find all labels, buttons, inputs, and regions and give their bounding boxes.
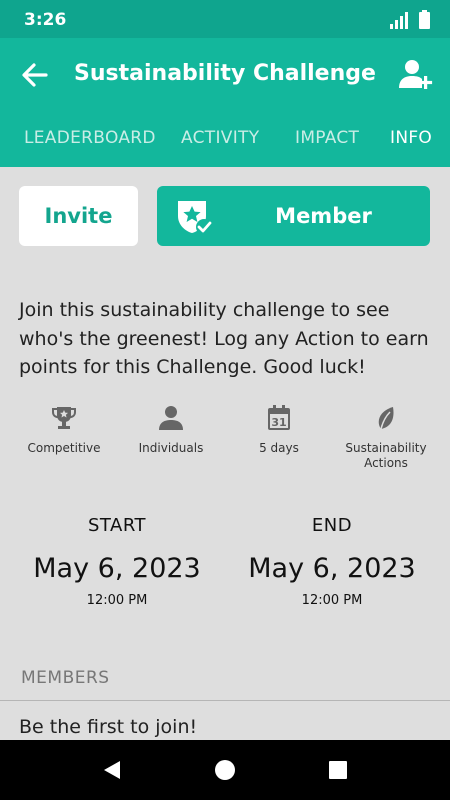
tab-info[interactable]: INFO bbox=[390, 128, 432, 148]
end-label: END bbox=[311, 515, 353, 536]
end-time: 12:00 PM bbox=[301, 593, 363, 608]
feature-label: Individuals bbox=[138, 441, 204, 455]
page-title: Sustainability Challenge bbox=[74, 61, 376, 86]
system-nav-bar bbox=[0, 740, 450, 800]
member-button[interactable]: Member bbox=[157, 186, 430, 246]
start-date-block: START May 6, 2023 12:00 PM bbox=[17, 515, 217, 608]
person-icon bbox=[159, 406, 183, 430]
member-button-label: Member bbox=[275, 204, 372, 228]
calendar-icon: 31 bbox=[268, 405, 290, 430]
divider bbox=[0, 700, 450, 701]
invite-button[interactable]: Invite bbox=[19, 186, 138, 246]
nav-recents-button[interactable] bbox=[326, 758, 350, 782]
feature-competitive: Competitive bbox=[14, 405, 114, 456]
start-time: 12:00 PM bbox=[86, 593, 148, 608]
tab-activity[interactable]: ACTIVITY bbox=[181, 128, 259, 148]
person-add-icon bbox=[399, 60, 433, 89]
feature-label: 5 days bbox=[259, 441, 299, 455]
members-empty-text: Be the first to join! bbox=[19, 716, 198, 738]
status-icons bbox=[389, 10, 430, 34]
challenge-description: Join this sustainability challenge to se… bbox=[19, 299, 429, 378]
app-bar: Sustainability Challenge bbox=[0, 38, 450, 110]
circle-home-icon bbox=[215, 760, 235, 780]
signal-icon bbox=[389, 11, 409, 34]
nav-back-button[interactable] bbox=[100, 758, 124, 782]
end-date: May 6, 2023 bbox=[248, 553, 416, 584]
tab-bar: LEADERBOARD ACTIVITY IMPACT INFO bbox=[0, 110, 450, 167]
start-label: START bbox=[87, 515, 147, 536]
status-bar: 3:26 bbox=[0, 0, 450, 38]
calendar-number: 31 bbox=[271, 416, 286, 429]
feature-individuals: Individuals bbox=[121, 405, 221, 456]
feature-actions-type: Sustainability Actions bbox=[336, 405, 436, 471]
end-date-block: END May 6, 2023 12:00 PM bbox=[232, 515, 432, 608]
start-date: May 6, 2023 bbox=[33, 553, 201, 584]
members-header: MEMBERS bbox=[21, 668, 110, 688]
feature-label: Sustainability Actions bbox=[345, 441, 427, 470]
nav-home-button[interactable] bbox=[213, 758, 237, 782]
square-recents-icon bbox=[329, 761, 347, 779]
tab-leaderboard[interactable]: LEADERBOARD bbox=[24, 128, 156, 148]
triangle-back-icon bbox=[104, 761, 120, 779]
feature-duration: 31 5 days bbox=[229, 405, 329, 456]
battery-icon bbox=[419, 10, 430, 34]
leaf-icon bbox=[378, 407, 394, 430]
feature-label: Competitive bbox=[27, 441, 101, 455]
tab-impact[interactable]: IMPACT bbox=[295, 128, 359, 148]
status-time: 3:26 bbox=[24, 10, 67, 30]
add-member-button[interactable] bbox=[398, 58, 434, 90]
trophy-icon bbox=[52, 407, 76, 429]
